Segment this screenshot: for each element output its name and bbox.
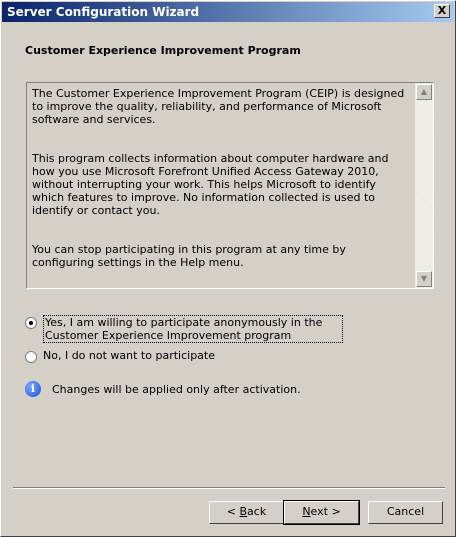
- close-button[interactable]: X: [434, 4, 450, 18]
- window-title: Server Configuration Wizard: [7, 5, 200, 19]
- wizard-window: Server Configuration Wizard X Customer E…: [0, 0, 456, 537]
- next-button[interactable]: Next >: [283, 500, 360, 525]
- cancel-button[interactable]: Cancel: [368, 501, 443, 524]
- back-label-prefix: <: [226, 505, 240, 518]
- scroll-up-button[interactable]: ▲: [416, 84, 432, 100]
- info-notice: i Changes will be applied only after act…: [25, 381, 301, 397]
- back-button[interactable]: < Back: [209, 501, 284, 524]
- scroll-down-button[interactable]: ▼: [416, 271, 432, 287]
- participate-yes-option[interactable]: Yes, I am willing to participate anonymo…: [25, 315, 343, 343]
- back-label-access-key: B: [239, 505, 248, 518]
- description-paragraph: This program collects information about …: [32, 152, 389, 217]
- participate-yes-label[interactable]: Yes, I am willing to participate anonymo…: [43, 315, 343, 343]
- next-label-rest: ext >: [310, 505, 341, 518]
- info-text: Changes will be applied only after activ…: [52, 382, 301, 396]
- title-bar[interactable]: Server Configuration Wizard X: [2, 2, 454, 22]
- ceip-description-text: The Customer Experience Improvement Prog…: [27, 83, 415, 288]
- description-paragraph: You can stop participating in this progr…: [32, 243, 346, 269]
- next-label-access-key: N: [302, 505, 311, 518]
- arrow-up-icon: ▲: [420, 87, 428, 96]
- description-paragraph: The Customer Experience Improvement Prog…: [32, 87, 405, 126]
- page-title: Customer Experience Improvement Program: [25, 44, 301, 57]
- footer-divider: [13, 487, 445, 489]
- ceip-description-box[interactable]: The Customer Experience Improvement Prog…: [26, 82, 434, 289]
- arrow-down-icon: ▼: [420, 274, 428, 283]
- participate-yes-radio[interactable]: [25, 317, 37, 329]
- participate-no-label[interactable]: No, I do not want to participate: [43, 349, 215, 362]
- info-icon: i: [25, 381, 41, 397]
- close-icon: X: [437, 4, 447, 17]
- vertical-scrollbar[interactable]: ▲ ▼: [415, 83, 433, 288]
- participate-no-radio[interactable]: [25, 351, 37, 363]
- participate-no-option[interactable]: No, I do not want to participate: [25, 349, 215, 363]
- back-label-rest: ack: [247, 505, 267, 518]
